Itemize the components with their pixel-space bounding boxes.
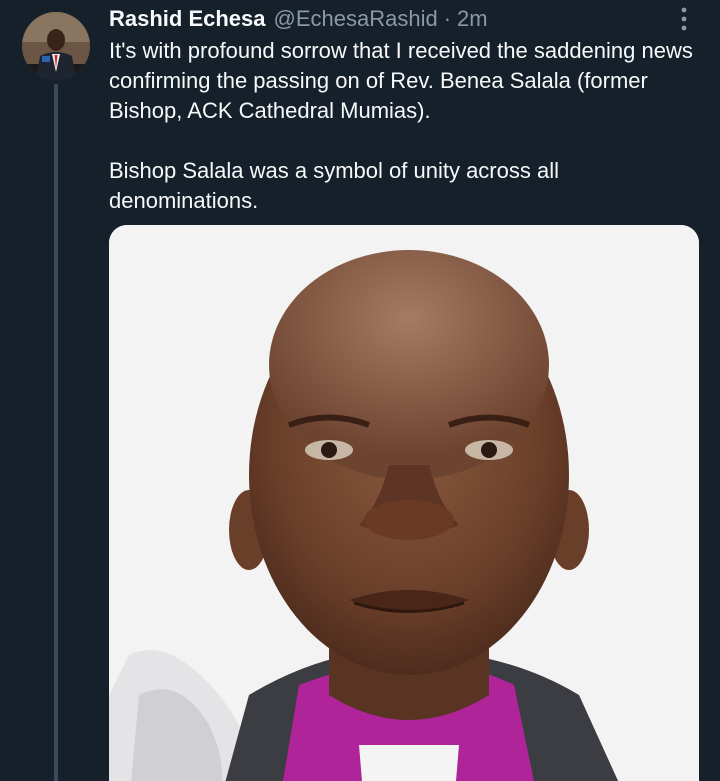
separator-dot: · [443, 6, 452, 31]
tweet-photo[interactable] [109, 225, 699, 781]
author-avatar[interactable] [22, 12, 90, 80]
tweet: Rashid Echesa @EchesaRashid · 2m It's wi… [0, 0, 720, 781]
author-handle[interactable]: @EchesaRashid [274, 5, 438, 33]
portrait-image [109, 225, 699, 781]
tweet-paragraph: Bishop Salala was a symbol of unity acro… [109, 158, 559, 213]
more-options-icon[interactable] [676, 6, 692, 32]
author-name[interactable]: Rashid Echesa [109, 5, 266, 33]
tweet-timestamp[interactable]: 2m [457, 5, 488, 33]
thread-line [54, 84, 58, 781]
tweet-text: It's with profound sorrow that I receive… [109, 36, 694, 216]
tweet-header: Rashid Echesa @EchesaRashid · 2m [109, 5, 488, 33]
tweet-paragraph: It's with profound sorrow that I receive… [109, 38, 693, 123]
avatar-image [22, 12, 90, 80]
